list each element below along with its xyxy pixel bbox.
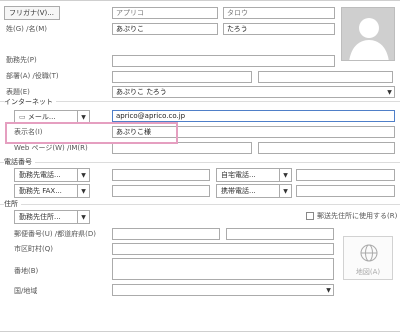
globe-icon	[360, 244, 378, 262]
city-field[interactable]	[112, 243, 334, 255]
internet-section-title: インターネット	[4, 97, 56, 107]
address-type-label: 勤務先住所...	[15, 211, 78, 223]
work-fax-label: 勤務先 FAX...	[15, 185, 78, 197]
street-label: 番地(B)	[14, 267, 39, 275]
mailing-address-checkbox[interactable]	[306, 212, 314, 220]
home-phone-label: 自宅電話...	[217, 169, 280, 181]
map-button-label: 地図(A)	[355, 268, 381, 276]
address-divider	[0, 204, 400, 205]
prefecture-field[interactable]	[226, 228, 334, 240]
contact-photo[interactable]	[341, 7, 395, 61]
city-label: 市区町村(Q)	[14, 245, 53, 253]
chevron-down-icon: ▼	[81, 171, 86, 179]
work-phone-label: 勤務先電話...	[15, 169, 78, 181]
phone-divider	[0, 162, 400, 163]
last-name-field[interactable]: あぷりこ	[112, 23, 218, 35]
work-phone-dropdown[interactable]: 勤務先電話... ▼	[14, 168, 90, 182]
work-phone-field[interactable]	[112, 169, 210, 181]
chevron-down-icon: ▼	[81, 187, 86, 195]
im-address-field[interactable]	[258, 142, 395, 154]
work-fax-field[interactable]	[112, 185, 210, 197]
department-label: 部署(A) /役職(T)	[6, 72, 59, 80]
web-im-label: Web ページ(W) /IM(R)	[14, 144, 88, 152]
chevron-down-icon: ▼	[387, 88, 392, 96]
job-title-field[interactable]	[258, 71, 393, 83]
chevron-down-icon: ▼	[326, 286, 331, 294]
address-section-title: 住所	[4, 199, 21, 209]
home-phone-field[interactable]	[296, 169, 395, 181]
department-field[interactable]	[112, 71, 252, 83]
top-border	[0, 0, 400, 1]
envelope-icon: ▭	[19, 113, 28, 121]
chevron-down-icon: ▼	[283, 187, 288, 195]
country-label: 国/地域	[14, 287, 38, 295]
chevron-down-icon: ▼	[81, 213, 86, 221]
name-label: 姓(G) /名(M)	[6, 25, 47, 33]
postal-code-field[interactable]	[112, 228, 220, 240]
file-as-value: あぷりこ たろう	[116, 88, 167, 96]
furigana-first-field[interactable]: タロウ	[223, 7, 335, 19]
map-button[interactable]: 地図(A)	[343, 236, 393, 280]
mailing-address-label: 郵送先住所に使用する(R)	[317, 212, 398, 220]
country-value	[113, 285, 324, 295]
company-field[interactable]	[112, 55, 335, 67]
file-as-select[interactable]: あぷりこ たろう ▼	[112, 86, 395, 98]
company-label: 勤務先(P)	[6, 56, 37, 64]
home-phone-dropdown[interactable]: 自宅電話... ▼	[216, 168, 292, 182]
postal-code-label: 郵便番号(U) /都道府県(D)	[14, 230, 97, 238]
mobile-phone-field[interactable]	[296, 185, 395, 197]
country-select[interactable]: ▼	[112, 284, 334, 296]
mobile-phone-dropdown[interactable]: 携帯電話... ▼	[216, 184, 292, 198]
file-as-label: 表題(E)	[6, 88, 30, 96]
email-field[interactable]: aprico@aprico.co.jp	[112, 110, 395, 122]
chevron-down-icon: ▼	[283, 171, 288, 179]
phone-section-title: 電話番号	[4, 157, 35, 167]
furigana-last-field[interactable]: アプリコ	[112, 7, 218, 19]
work-fax-dropdown[interactable]: 勤務先 FAX... ▼	[14, 184, 90, 198]
person-silhouette-icon	[349, 18, 389, 60]
mobile-phone-label: 携帯電話...	[217, 185, 280, 197]
first-name-field[interactable]: たろう	[223, 23, 335, 35]
internet-divider	[0, 101, 400, 102]
address-type-dropdown[interactable]: 勤務先住所... ▼	[14, 210, 90, 224]
display-name-highlight	[5, 122, 178, 144]
furigana-button[interactable]: フリガナ(V)...	[4, 6, 60, 20]
street-field[interactable]	[112, 258, 334, 280]
